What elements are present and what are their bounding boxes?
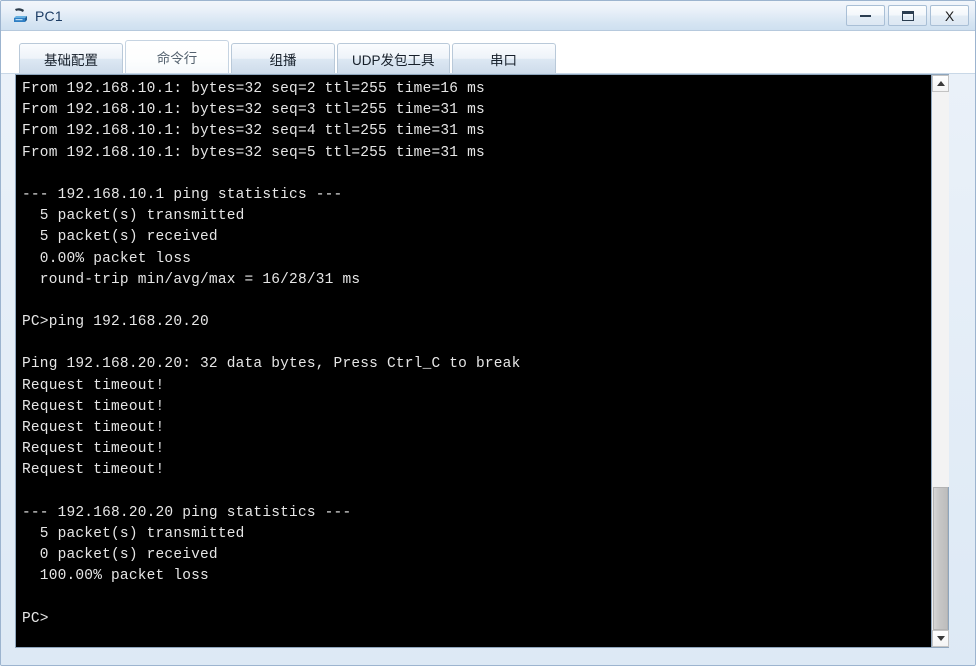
terminal-line: Ping 192.168.20.20: 32 data bytes, Press… [22,356,521,373]
pc-device-icon [11,7,29,25]
close-button[interactable]: X [930,5,969,26]
chevron-up-icon [936,81,945,86]
maximize-button[interactable] [888,5,927,26]
terminal-line: Request timeout! [22,377,165,394]
terminal-output[interactable]: From 192.168.10.1: bytes=32 seq=2 ttl=25… [16,75,931,647]
tab-strip: 基础配置 命令行 组播 UDP发包工具 串口 [1,31,975,74]
close-icon: X [944,7,955,24]
tab-command-line[interactable]: 命令行 [125,40,229,73]
terminal-line: Request timeout! [22,441,165,458]
tab-multicast[interactable]: 组播 [231,43,335,73]
title-bar[interactable]: PC1 X [1,1,975,31]
maximize-icon [901,10,914,21]
terminal-line: 5 packet(s) transmitted [22,208,245,225]
terminal-line: From 192.168.10.1: bytes=32 seq=5 ttl=25… [22,144,485,161]
terminal-line: From 192.168.10.1: bytes=32 seq=3 ttl=25… [22,102,485,119]
chevron-down-icon [936,636,945,641]
terminal-line: round-trip min/avg/max = 16/28/31 ms [22,271,361,288]
terminal-scrollbar[interactable] [931,75,949,647]
terminal-line: --- 192.168.20.20 ping statistics --- [22,504,352,521]
tab-udp-packet-tool[interactable]: UDP发包工具 [337,43,450,73]
scroll-up-button[interactable] [932,75,949,92]
terminal-line: 5 packet(s) transmitted [22,525,245,542]
minimize-icon [860,14,871,17]
pc1-window: PC1 X 基础配置 命令行 组播 UDP发包工具 串口 From 192.16… [0,0,976,666]
window-controls: X [846,5,975,26]
terminal-line: 0 packet(s) received [22,547,218,564]
window-title: PC1 [35,7,63,24]
terminal-line: From 192.168.10.1: bytes=32 seq=4 ttl=25… [22,123,485,140]
terminal-panel: From 192.168.10.1: bytes=32 seq=2 ttl=25… [15,74,949,648]
scroll-down-button[interactable] [932,630,949,647]
terminal-line: 5 packet(s) received [22,229,218,246]
terminal-line: 100.00% packet loss [22,568,209,585]
scrollbar-thumb[interactable] [933,487,948,630]
terminal-line: From 192.168.10.1: bytes=32 seq=2 ttl=25… [22,81,485,97]
scrollbar-track[interactable] [932,92,949,487]
terminal-line: 0.00% packet loss [22,250,192,267]
title-bar-left: PC1 [1,7,846,25]
terminal-line: Request timeout! [22,420,165,436]
terminal-line: PC> [22,610,49,627]
terminal-line: --- 192.168.10.1 ping statistics --- [22,186,343,203]
terminal-line: Request timeout! [22,398,165,415]
terminal-line: Request timeout! [22,462,165,479]
minimize-button[interactable] [846,5,885,26]
tab-basic-config[interactable]: 基础配置 [19,43,123,73]
window-content: 基础配置 命令行 组播 UDP发包工具 串口 From 192.168.10.1… [1,31,975,665]
tab-serial-port[interactable]: 串口 [451,43,556,73]
terminal-line: PC>ping 192.168.20.20 [22,314,209,331]
